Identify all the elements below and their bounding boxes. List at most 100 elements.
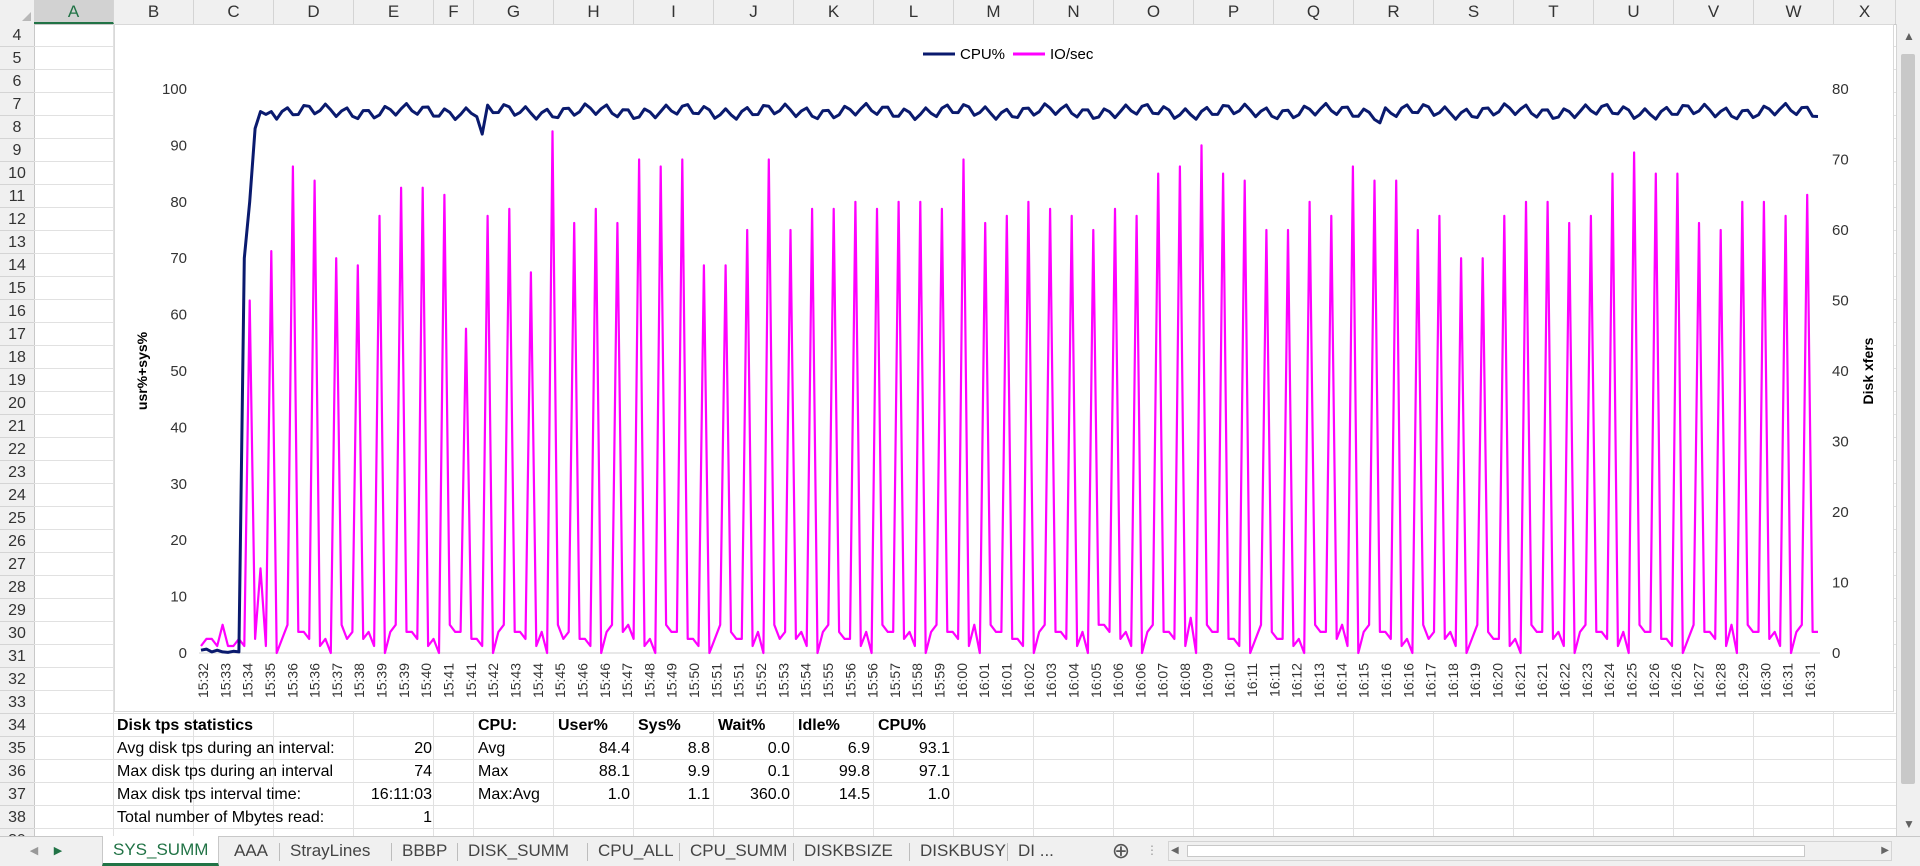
row-header-34[interactable]: 34 <box>0 714 34 737</box>
cpu-stats-value[interactable]: 1.0 <box>554 783 630 806</box>
row-header-22[interactable]: 22 <box>0 438 34 461</box>
column-header-d[interactable]: D <box>274 0 354 24</box>
disk-stats-value[interactable]: 74 <box>354 760 432 783</box>
row-header-7[interactable]: 7 <box>0 93 34 116</box>
sheet-tab-cpu-all[interactable]: CPU_ALL <box>588 837 684 865</box>
cpu-stats-value[interactable]: 14.5 <box>794 783 870 806</box>
column-header-u[interactable]: U <box>1594 0 1674 24</box>
scroll-up-icon[interactable]: ▲ <box>1897 24 1920 48</box>
column-header-j[interactable]: J <box>714 0 794 24</box>
cpu-stats-value[interactable]: 1.1 <box>634 783 710 806</box>
disk-stats-label[interactable]: Avg disk tps during an interval: <box>117 737 367 760</box>
column-header-r[interactable]: R <box>1354 0 1434 24</box>
cpu-stats-value[interactable]: 84.4 <box>554 737 630 760</box>
vertical-scroll-thumb[interactable] <box>1901 54 1915 784</box>
cpu-stats-value[interactable]: 93.1 <box>874 737 950 760</box>
sheet-tab-sys-summ[interactable]: SYS_SUMM <box>102 836 220 866</box>
column-header-s[interactable]: S <box>1434 0 1514 24</box>
column-header-k[interactable]: K <box>794 0 874 24</box>
row-header-38[interactable]: 38 <box>0 806 34 829</box>
column-header-a[interactable]: A <box>34 0 114 24</box>
column-header-b[interactable]: B <box>114 0 194 24</box>
cpu-stats-value[interactable]: 88.1 <box>554 760 630 783</box>
column-header-l[interactable]: L <box>874 0 954 24</box>
row-header-16[interactable]: 16 <box>0 300 34 323</box>
row-header-28[interactable]: 28 <box>0 576 34 599</box>
row-header-25[interactable]: 25 <box>0 507 34 530</box>
cpu-stats-value[interactable]: 97.1 <box>874 760 950 783</box>
column-header-i[interactable]: I <box>634 0 714 24</box>
row-header-35[interactable]: 35 <box>0 737 34 760</box>
sheet-tab-bbbp[interactable]: BBBP <box>392 837 457 865</box>
cpu-stats-label[interactable]: Avg <box>478 737 554 760</box>
row-header-29[interactable]: 29 <box>0 599 34 622</box>
row-header-19[interactable]: 19 <box>0 369 34 392</box>
row-header-33[interactable]: 33 <box>0 691 34 714</box>
disk-stats-title[interactable]: Disk tps statistics <box>117 714 377 737</box>
disk-stats-value[interactable]: 1 <box>354 806 432 829</box>
row-header-8[interactable]: 8 <box>0 116 34 139</box>
sheet-tab-di[interactable]: DI ... <box>1008 837 1064 865</box>
sheet-tab-diskbusy[interactable]: DISKBUSY <box>910 837 1016 865</box>
select-all-corner[interactable] <box>0 0 35 24</box>
tab-scroll-right-icon[interactable]: ▶ <box>48 837 68 865</box>
column-header-m[interactable]: M <box>954 0 1034 24</box>
disk-stats-label[interactable]: Total number of Mbytes read: <box>117 806 367 829</box>
column-header-v[interactable]: V <box>1674 0 1754 24</box>
cpu-stats-header[interactable]: Sys% <box>638 714 714 737</box>
cpu-stats-value[interactable]: 360.0 <box>714 783 790 806</box>
column-header-f[interactable]: F <box>434 0 474 24</box>
cpu-stats-value[interactable]: 0.0 <box>714 737 790 760</box>
column-header-h[interactable]: H <box>554 0 634 24</box>
row-header-20[interactable]: 20 <box>0 392 34 415</box>
row-header-4[interactable]: 4 <box>0 24 34 47</box>
cpu-stats-header[interactable]: Idle% <box>798 714 874 737</box>
cpu-stats-value[interactable]: 0.1 <box>714 760 790 783</box>
cpu-stats-value[interactable]: 6.9 <box>794 737 870 760</box>
row-header-11[interactable]: 11 <box>0 185 34 208</box>
tab-scroll-left-icon[interactable]: ◀ <box>24 837 44 865</box>
row-header-6[interactable]: 6 <box>0 70 34 93</box>
cpu-stats-value[interactable]: 9.9 <box>634 760 710 783</box>
column-header-g[interactable]: G <box>474 0 554 24</box>
cpu-stats-header[interactable]: CPU: <box>478 714 554 737</box>
horizontal-scrollbar[interactable]: ◀ ▶ <box>1168 841 1892 861</box>
vertical-scrollbar[interactable]: ▲ ▼ <box>1896 24 1920 836</box>
row-header-18[interactable]: 18 <box>0 346 34 369</box>
row-header-37[interactable]: 37 <box>0 783 34 806</box>
disk-stats-label[interactable]: Max disk tps interval time: <box>117 783 367 806</box>
row-header-15[interactable]: 15 <box>0 277 34 300</box>
cpu-stats-header[interactable]: User% <box>558 714 634 737</box>
row-header-26[interactable]: 26 <box>0 530 34 553</box>
cpu-stats-label[interactable]: Max:Avg <box>478 783 554 806</box>
cpu-stats-header[interactable]: CPU% <box>878 714 954 737</box>
row-header-13[interactable]: 13 <box>0 231 34 254</box>
cpu-stats-value[interactable]: 1.0 <box>874 783 950 806</box>
row-header-17[interactable]: 17 <box>0 323 34 346</box>
disk-stats-value[interactable]: 16:11:03 <box>354 783 432 806</box>
row-header-12[interactable]: 12 <box>0 208 34 231</box>
horizontal-scroll-thumb[interactable] <box>1187 845 1805 857</box>
disk-stats-value[interactable]: 20 <box>354 737 432 760</box>
column-header-x[interactable]: X <box>1834 0 1896 24</box>
row-header-21[interactable]: 21 <box>0 415 34 438</box>
sheet-tab-aaa[interactable]: AAA <box>224 837 278 865</box>
cpu-stats-value[interactable]: 8.8 <box>634 737 710 760</box>
row-header-31[interactable]: 31 <box>0 645 34 668</box>
scroll-down-icon[interactable]: ▼ <box>1897 812 1920 836</box>
row-header-30[interactable]: 30 <box>0 622 34 645</box>
sheet-tab-cpu-summ[interactable]: CPU_SUMM <box>680 837 797 865</box>
sheet-tab-straylines[interactable]: StrayLines <box>280 837 380 865</box>
row-header-14[interactable]: 14 <box>0 254 34 277</box>
column-header-w[interactable]: W <box>1754 0 1834 24</box>
column-header-t[interactable]: T <box>1514 0 1594 24</box>
column-header-o[interactable]: O <box>1114 0 1194 24</box>
column-header-e[interactable]: E <box>354 0 434 24</box>
cpu-stats-header[interactable]: Wait% <box>718 714 794 737</box>
row-header-27[interactable]: 27 <box>0 553 34 576</box>
scroll-right-icon[interactable]: ▶ <box>1881 842 1889 860</box>
column-header-q[interactable]: Q <box>1274 0 1354 24</box>
row-header-32[interactable]: 32 <box>0 668 34 691</box>
column-header-p[interactable]: P <box>1194 0 1274 24</box>
disk-stats-label[interactable]: Max disk tps during an interval <box>117 760 367 783</box>
